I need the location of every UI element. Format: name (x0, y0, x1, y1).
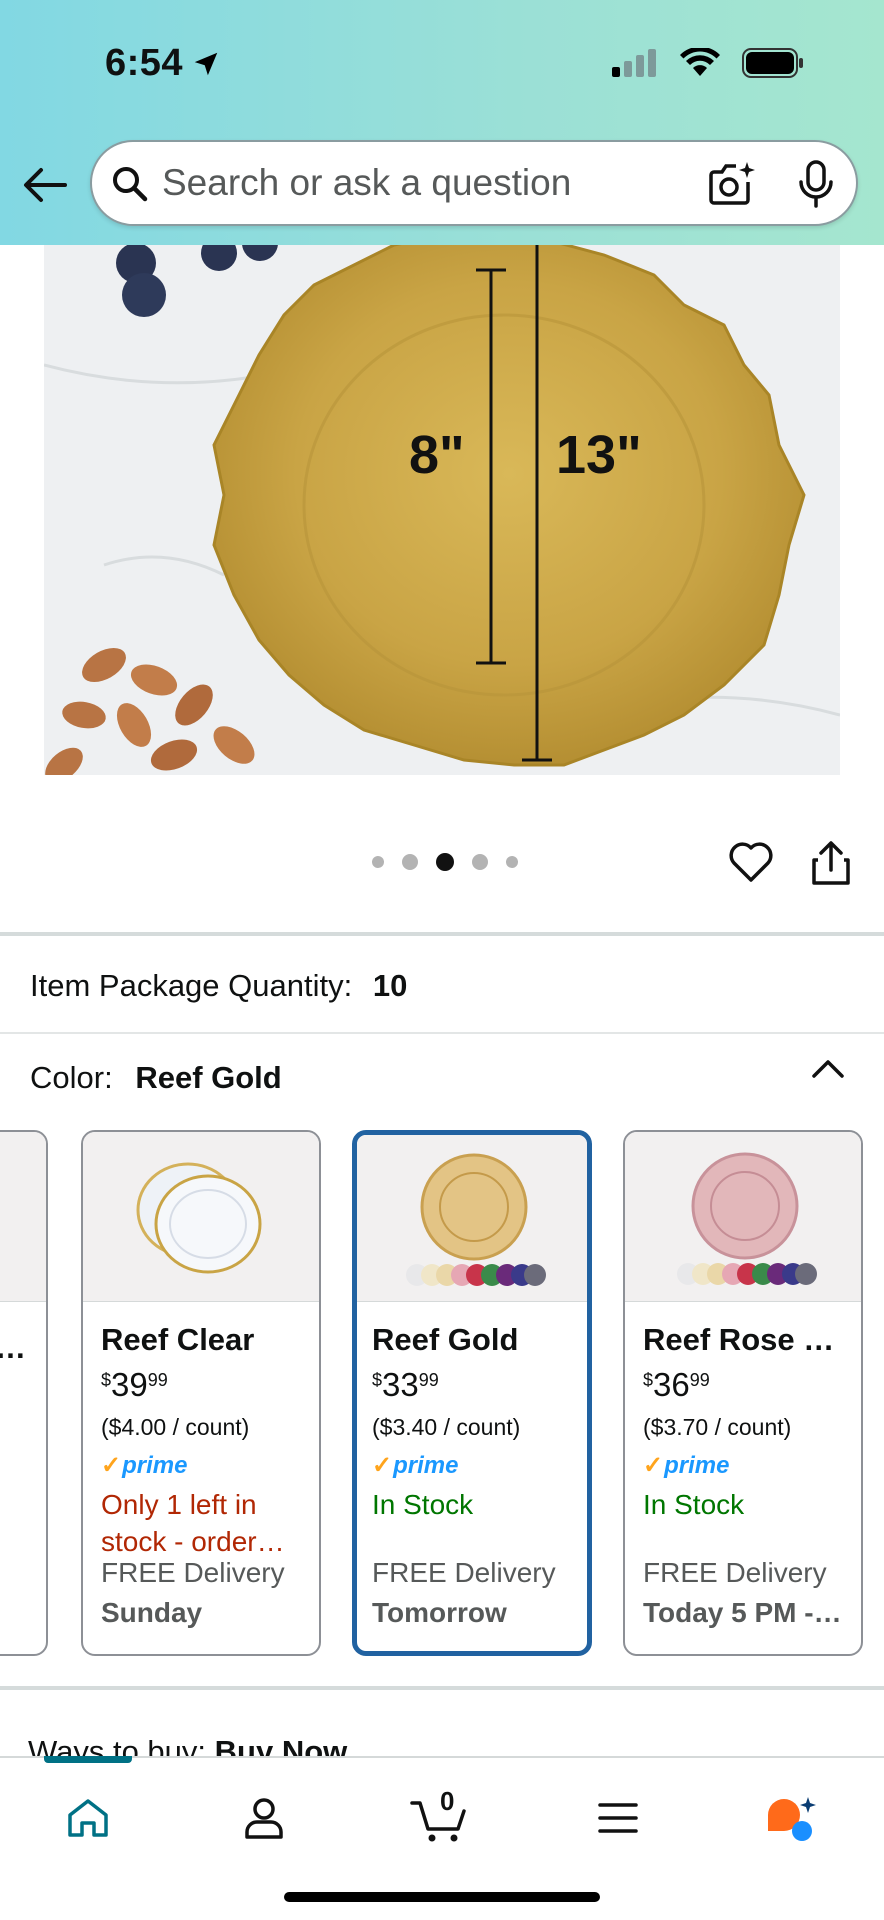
prime-badge: ✓prime (372, 1452, 459, 1479)
location-arrow-icon (194, 52, 218, 75)
nav-rufus-assistant[interactable] (760, 1786, 824, 1850)
image-carousel-dots[interactable] (372, 853, 518, 871)
swatch-thumbnail (0, 1132, 46, 1302)
delivery-label: FREE Delivery (101, 1557, 285, 1588)
carousel-dot[interactable] (402, 854, 418, 870)
swatch-unit-price: ($3.40 / count) (372, 1414, 521, 1440)
swatch-name: Reef Rose … (643, 1322, 835, 1357)
color-selector-header: Color: Reef Gold (30, 1060, 282, 1096)
stock-status: In Stock (372, 1489, 474, 1520)
swatch-unit-price: ($3.70 / count) (643, 1414, 792, 1440)
swatch-thumbnail (83, 1132, 319, 1302)
color-value: Reef Gold (135, 1060, 282, 1095)
rufus-assistant-icon (768, 1797, 816, 1841)
menu-icon (598, 1803, 638, 1833)
carousel-dot[interactable] (506, 856, 518, 868)
divider (0, 1032, 884, 1034)
cellular-signal-icon (612, 49, 656, 77)
amazon-product-page: 6:54 Search or ask a question 8" 13" Ite… (0, 0, 884, 1920)
swatch-price: $36 99 (643, 1366, 710, 1403)
swatch-name: Reef Gold (372, 1322, 519, 1357)
home-icon (68, 1799, 108, 1837)
swatch-thumbnail (625, 1132, 861, 1302)
item-package-label: Item Package Quantity: (30, 968, 353, 1003)
home-indicator (284, 1892, 600, 1902)
delivery-day: Today 5 PM -… (643, 1597, 842, 1628)
dimension-13-label: 13" (556, 425, 642, 485)
prime-badge: ✓prime (101, 1452, 188, 1479)
swatch-price: $33 99 (372, 1366, 439, 1403)
clear-plate-image (136, 1162, 262, 1274)
header: 6:54 (0, 0, 884, 245)
active-tab-indicator (44, 1756, 132, 1763)
share-button[interactable] (810, 840, 852, 891)
collapse-button[interactable] (808, 1052, 848, 1087)
clock: 6:54 (105, 42, 184, 84)
delivery-label: FREE Delivery (643, 1557, 827, 1588)
rose-plate-image (677, 1152, 817, 1285)
color-swatch-previous[interactable]: … (0, 1130, 48, 1656)
back-button[interactable] (18, 158, 72, 212)
delivery-info: FREE Delivery Tomorrow (372, 1557, 582, 1629)
delivery-info: FREE Delivery Sunday (101, 1557, 311, 1629)
item-package-quantity[interactable]: Item Package Quantity: 10 (30, 968, 407, 1004)
search-input[interactable] (162, 142, 682, 224)
status-time: 6:54 (105, 42, 221, 85)
divider (0, 932, 884, 936)
stock-status: Only 1 left in stock - order… (101, 1489, 285, 1557)
nav-menu[interactable] (586, 1786, 650, 1850)
camera-lens-icon[interactable] (708, 160, 756, 206)
swatch-price: $39 99 (101, 1366, 168, 1403)
nav-account[interactable] (232, 1786, 296, 1850)
stock-status: In Stock (643, 1489, 745, 1520)
search-icon (113, 167, 148, 202)
dimension-8-label: 8" (409, 425, 465, 485)
divider (0, 1686, 884, 1690)
battery-icon (742, 48, 803, 78)
delivery-label: FREE Delivery (372, 1557, 556, 1588)
search-row (0, 138, 884, 230)
color-label: Color: (30, 1060, 113, 1095)
wifi-icon (680, 48, 720, 76)
swatch-name: Reef Clear (101, 1322, 255, 1357)
search-bar[interactable] (90, 140, 858, 226)
color-swatch-reef-clear[interactable]: Reef Clear $39 99 ($4.00 / count) ✓prime … (81, 1130, 321, 1656)
color-swatch-reef-gold[interactable]: Reef Gold $33 99 ($3.40 / count) ✓prime I… (352, 1130, 592, 1656)
nav-cart[interactable]: 0 (408, 1786, 472, 1850)
heart-icon (729, 842, 773, 882)
chevron-up-icon (812, 1060, 844, 1078)
status-icons (612, 48, 804, 78)
swatch-name: … (0, 1330, 26, 1366)
delivery-info: FREE Delivery Today 5 PM -… (643, 1557, 853, 1629)
nav-home[interactable] (56, 1786, 120, 1850)
share-icon (812, 841, 850, 885)
carousel-dot[interactable] (472, 854, 488, 870)
carousel-dot[interactable] (372, 856, 384, 868)
prime-badge: ✓prime (643, 1452, 730, 1479)
cart-count: 0 (440, 1786, 455, 1816)
delivery-day: Sunday (101, 1597, 203, 1628)
product-image[interactable]: 8" 13" (44, 245, 840, 775)
item-package-value: 10 (372, 968, 408, 1003)
gold-plate-image (406, 1153, 546, 1286)
swatch-thumbnail (357, 1135, 587, 1302)
microphone-icon[interactable] (798, 160, 834, 208)
delivery-day: Tomorrow (372, 1597, 507, 1628)
wishlist-button[interactable] (728, 840, 774, 889)
carousel-dot-active[interactable] (436, 853, 454, 871)
color-swatch-reef-rose[interactable]: Reef Rose … $36 99 ($3.70 / count) ✓prime… (623, 1130, 863, 1656)
swatch-unit-price: ($4.00 / count) (101, 1414, 250, 1440)
gold-charger-plate-image: 8" 13" (44, 245, 840, 775)
person-icon (245, 1798, 283, 1839)
back-arrow-icon (24, 168, 67, 202)
